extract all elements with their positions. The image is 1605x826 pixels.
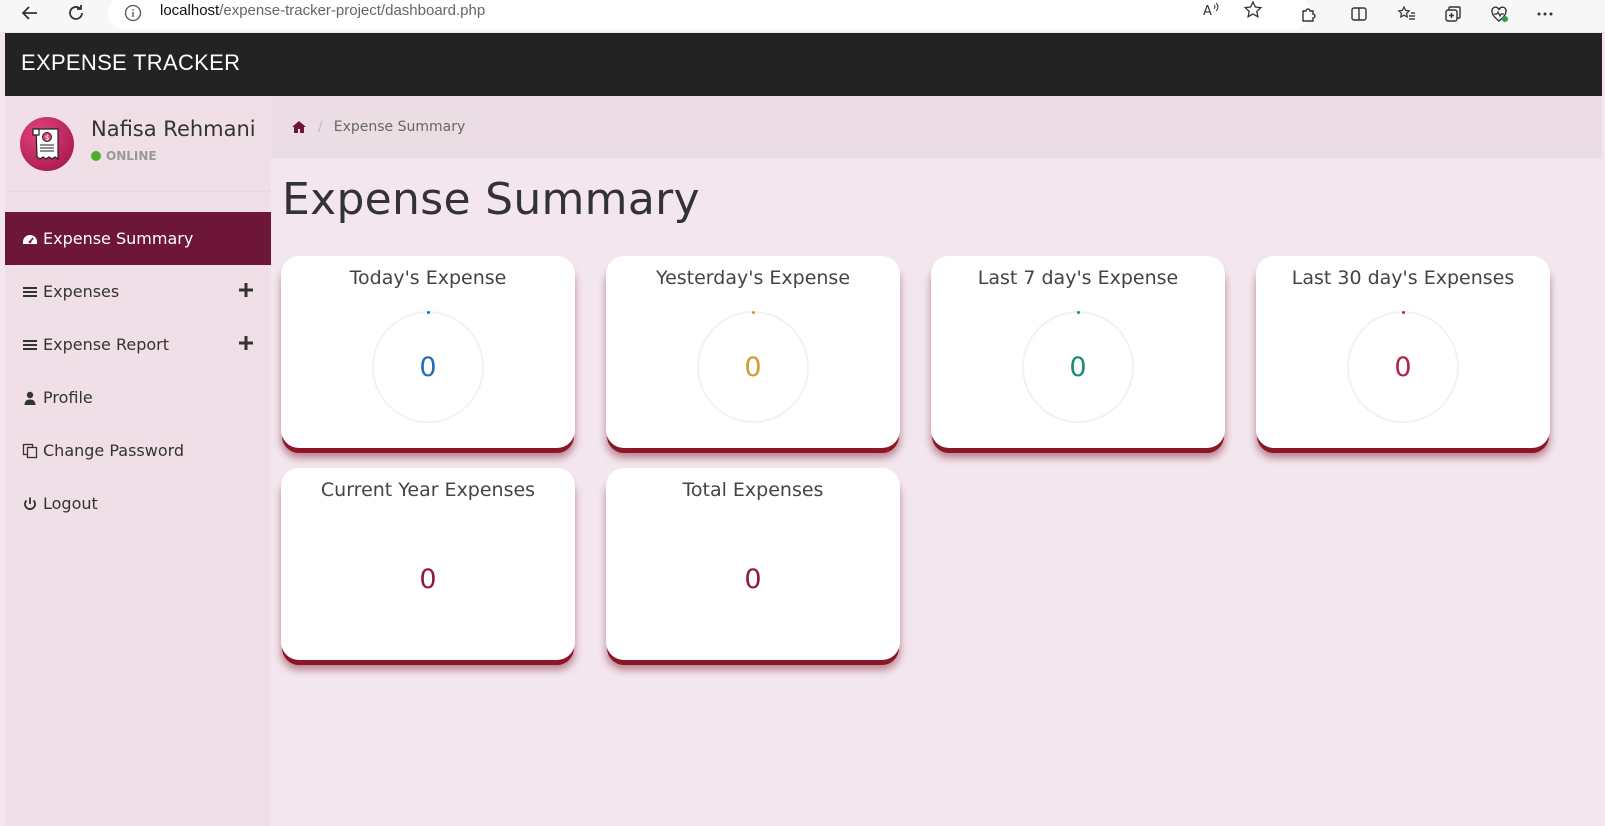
breadcrumb-current: Expense Summary [333, 119, 466, 135]
svg-text:$: $ [45, 134, 49, 142]
breadcrumb-separator: / [318, 119, 323, 135]
reload-icon[interactable] [62, 0, 90, 26]
read-aloud-icon[interactable]: A [1198, 0, 1224, 23]
card-title: Last 7 day's Expense [977, 267, 1179, 289]
url-text: localhost/expense-tracker-project/dashbo… [160, 2, 485, 19]
plus-icon[interactable] [237, 281, 255, 299]
card-title: Today's Expense [349, 267, 507, 289]
copy-icon [21, 442, 39, 460]
user-icon [21, 389, 39, 407]
user-panel: $ Nafisa Rehmani ONLINE [5, 96, 271, 192]
sidebar-item-label: Expenses [43, 282, 120, 301]
favorites-list-icon[interactable] [1394, 1, 1420, 27]
online-dot-icon [91, 151, 101, 161]
last-7-days-expense-card: Last 7 day's Expense 0 [931, 256, 1225, 448]
card-value: 0 [419, 564, 437, 595]
extensions-icon[interactable] [1296, 1, 1322, 27]
app-title[interactable]: EXPENSE TRACKER [21, 50, 240, 76]
last-30-days-expense-card: Last 30 day's Expenses 0 [1256, 256, 1550, 448]
card-title: Current Year Expenses [320, 479, 536, 501]
split-screen-icon[interactable] [1346, 1, 1372, 27]
todays-expense-card: Today's Expense 0 [281, 256, 575, 448]
address-bar[interactable]: localhost/expense-tracker-project/dashbo… [108, 0, 1310, 29]
sidebar-item-expenses[interactable]: Expenses [5, 265, 271, 318]
dashboard-icon [21, 230, 39, 248]
sidebar-item-label: Expense Summary [43, 229, 194, 248]
card-value: 0 [1394, 352, 1412, 383]
more-menu-icon[interactable] [1532, 1, 1558, 27]
bars-icon [21, 336, 39, 354]
svg-text:A: A [1203, 4, 1212, 19]
browser-essentials-icon[interactable] [1486, 1, 1512, 27]
gauge-tick [1402, 311, 1405, 314]
total-expense-card: Total Expenses 0 [606, 468, 900, 660]
bars-icon [21, 283, 39, 301]
power-icon [21, 495, 39, 513]
card-title: Yesterday's Expense [655, 267, 851, 289]
home-icon[interactable] [291, 119, 307, 135]
gauge-tick [1077, 311, 1080, 314]
user-status-label: ONLINE [106, 149, 157, 163]
user-status: ONLINE [91, 149, 157, 163]
sidebar: $ Nafisa Rehmani ONLINE Expense Summary … [5, 96, 271, 826]
user-name: Nafisa Rehmani [91, 117, 256, 141]
receipt-icon: $ [32, 128, 59, 161]
sidebar-item-label: Profile [43, 388, 93, 407]
url-host: localhost [160, 2, 220, 19]
gauge-tick [752, 311, 755, 314]
card-value: 0 [744, 352, 762, 383]
back-icon[interactable] [16, 0, 44, 26]
favorite-star-icon[interactable] [1240, 0, 1266, 23]
url-path: /expense-tracker-project/dashboard.php [219, 2, 486, 19]
card-value: 0 [1069, 352, 1087, 383]
card-value: 0 [744, 564, 762, 595]
plus-icon[interactable] [237, 334, 255, 352]
yesterdays-expense-card: Yesterday's Expense 0 [606, 256, 900, 448]
sidebar-item-profile[interactable]: Profile [5, 371, 271, 424]
breadcrumb: / Expense Summary [271, 96, 1602, 158]
sidebar-item-expense-report[interactable]: Expense Report [5, 318, 271, 371]
info-icon[interactable] [124, 4, 142, 22]
card-title: Last 30 day's Expenses [1291, 267, 1515, 289]
card-title: Total Expenses [682, 479, 824, 501]
avatar: $ [20, 117, 74, 171]
sidebar-item-label: Expense Report [43, 335, 170, 354]
current-year-expense-card: Current Year Expenses 0 [281, 468, 575, 660]
sidebar-item-label: Change Password [43, 441, 185, 460]
sidebar-menu: Expense Summary Expenses Expense Report … [5, 212, 271, 530]
card-value: 0 [419, 352, 437, 383]
page-title: Expense Summary [282, 174, 700, 225]
sidebar-item-label: Logout [43, 494, 98, 513]
sidebar-item-logout[interactable]: Logout [5, 477, 271, 530]
app-header: EXPENSE TRACKER [5, 33, 1602, 96]
sidebar-item-expense-summary[interactable]: Expense Summary [5, 212, 271, 265]
browser-toolbar: localhost/expense-tracker-project/dashbo… [0, 0, 1605, 32]
collections-icon[interactable] [1440, 1, 1466, 27]
sidebar-item-change-password[interactable]: Change Password [5, 424, 271, 477]
gauge-tick [427, 311, 430, 314]
